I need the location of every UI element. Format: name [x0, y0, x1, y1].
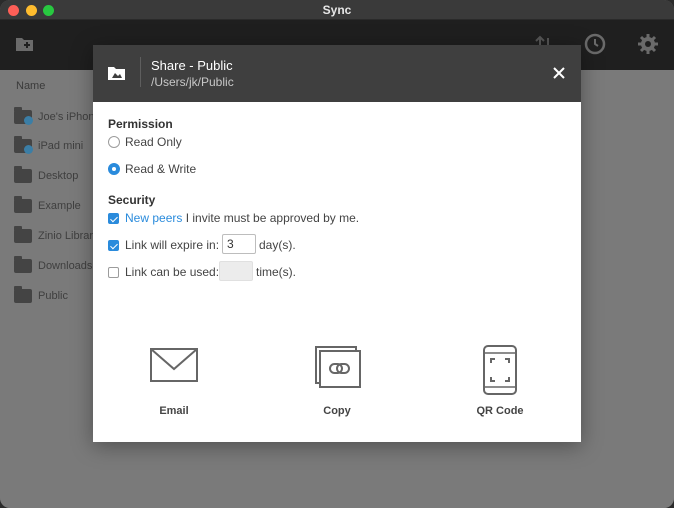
name-column-header[interactable]: Name — [16, 80, 45, 92]
folder-icon — [14, 196, 32, 213]
shared-folder-icon — [108, 67, 125, 80]
copy-button[interactable]: Copy — [277, 345, 397, 425]
usage-suffix: time(s). — [256, 265, 296, 279]
qr-code-button[interactable]: QR Code — [440, 345, 560, 425]
read-only-radio[interactable] — [108, 136, 120, 148]
email-button[interactable]: Email — [114, 345, 234, 425]
copy-label: Copy — [323, 405, 351, 417]
read-write-radio[interactable] — [108, 163, 120, 175]
usage-limit-label: Link can be used: — [125, 265, 220, 279]
permission-heading: Permission — [108, 117, 173, 131]
phone-qr-icon — [483, 345, 517, 395]
usage-limit-checkbox[interactable] — [108, 267, 119, 278]
history-icon[interactable] — [584, 33, 606, 55]
list-item[interactable]: Desktop — [14, 166, 78, 186]
envelope-icon — [150, 348, 198, 382]
approve-peers-checkbox[interactable] — [108, 213, 119, 224]
close-icon[interactable] — [551, 65, 567, 81]
read-write-label[interactable]: Read & Write — [125, 162, 196, 176]
folder-icon — [14, 136, 33, 154]
list-item[interactable]: Downloads — [14, 256, 92, 276]
add-folder-icon[interactable] — [14, 33, 36, 55]
copy-link-icon — [315, 346, 361, 388]
folder-icon — [14, 166, 32, 183]
sync-window: Sync Name Joe's iPhone iPad mini Desktop… — [0, 0, 674, 508]
security-heading: Security — [108, 193, 156, 207]
list-item[interactable]: Example — [14, 196, 81, 216]
expire-checkbox[interactable] — [108, 240, 119, 251]
qr-code-label: QR Code — [476, 405, 524, 417]
header-divider — [140, 57, 141, 87]
email-label: Email — [159, 405, 189, 417]
title-bar: Sync — [0, 0, 674, 20]
folder-icon — [14, 107, 33, 125]
expire-suffix: day(s). — [259, 238, 296, 252]
device-badge-icon — [24, 145, 33, 154]
device-badge-icon — [24, 116, 33, 125]
list-item[interactable]: Zinio Library — [14, 226, 99, 246]
dialog-header: Share - Public /Users/jk/Public — [93, 45, 581, 102]
folder-icon — [14, 286, 32, 303]
share-dialog: Share - Public /Users/jk/Public Permissi… — [93, 45, 581, 442]
usage-count-input[interactable] — [219, 261, 253, 281]
list-item[interactable]: Public — [14, 286, 68, 306]
expire-label: Link will expire in: — [125, 238, 220, 252]
new-peers-link[interactable]: New peers — [125, 211, 182, 225]
window-title: Sync — [322, 3, 352, 17]
list-item[interactable]: Joe's iPhone — [14, 107, 101, 127]
folder-icon — [14, 256, 32, 273]
expire-days-input[interactable] — [222, 234, 256, 254]
dialog-title: Share - Public — [151, 58, 233, 73]
folder-path: /Users/jk/Public — [151, 75, 234, 89]
list-item[interactable]: iPad mini — [14, 136, 83, 156]
folder-icon — [14, 226, 32, 243]
read-only-label[interactable]: Read Only — [125, 135, 182, 149]
approve-peers-label: New peers I invite must be approved by m… — [125, 211, 360, 225]
gear-icon[interactable] — [637, 33, 659, 55]
